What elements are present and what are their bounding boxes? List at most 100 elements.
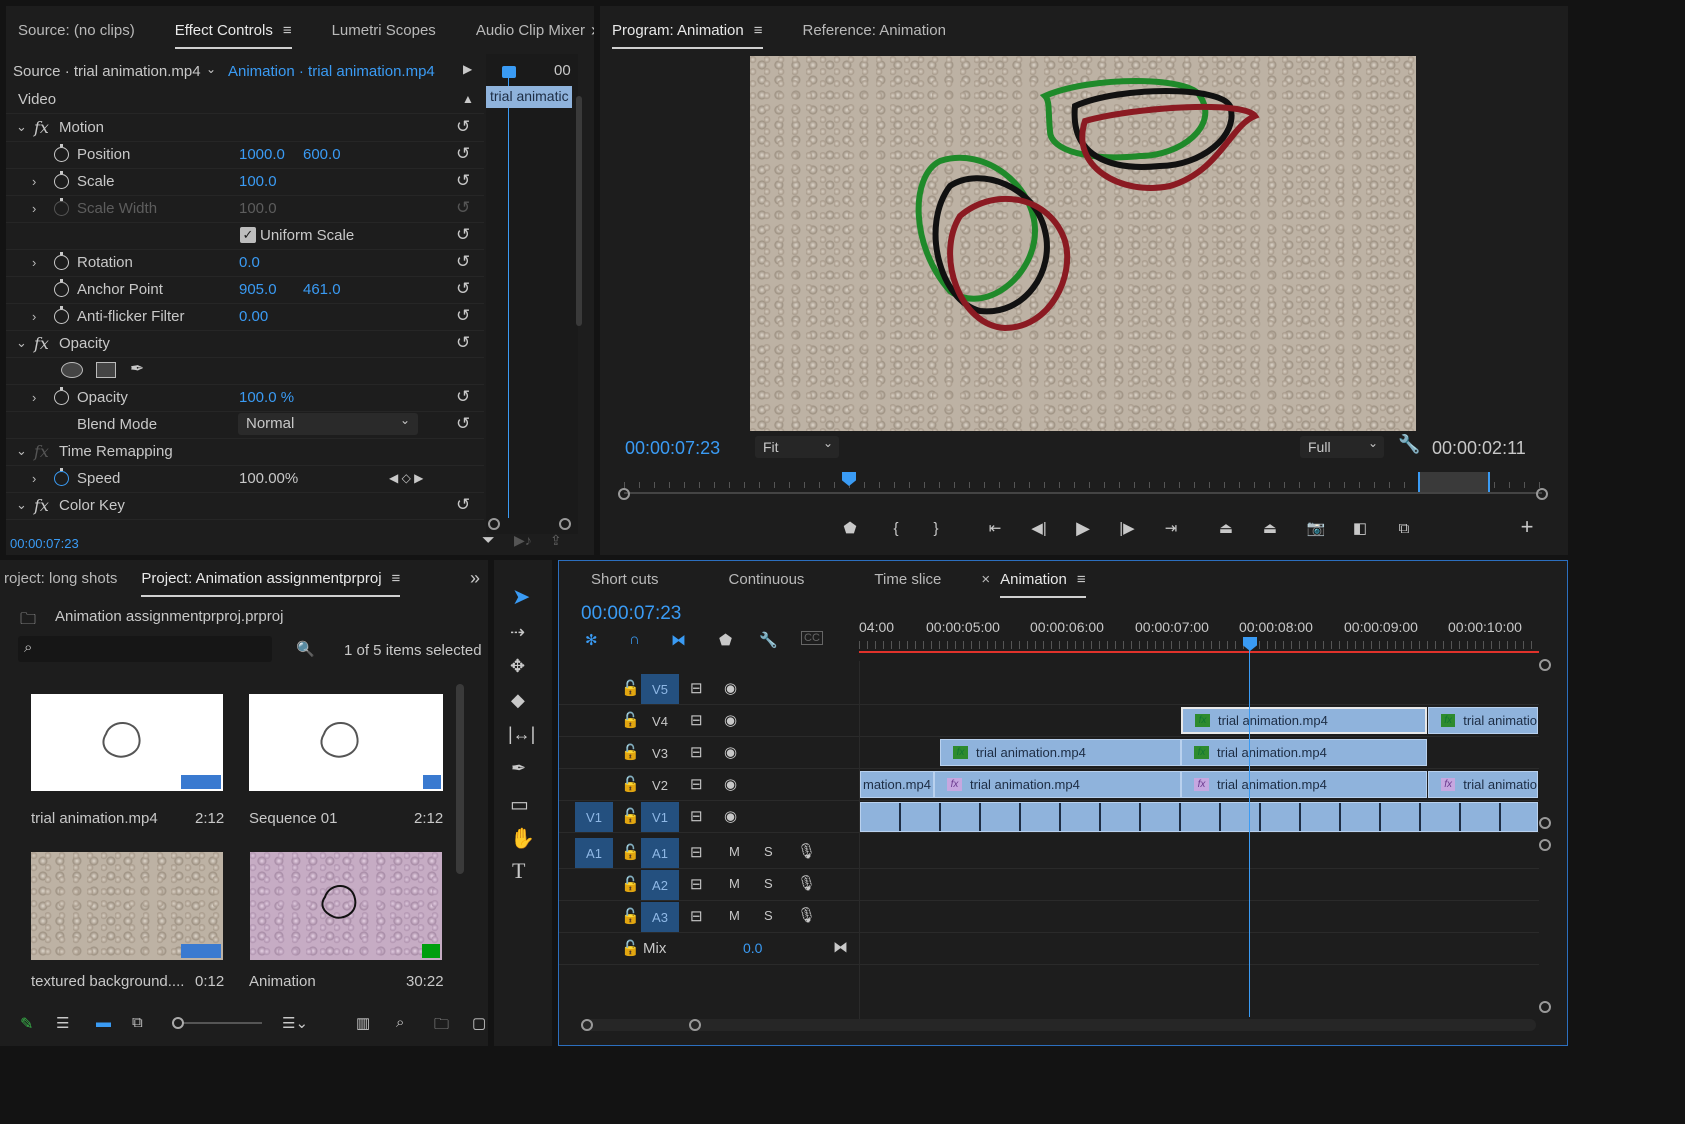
export-frame-camera-icon[interactable]: 📷 — [1304, 518, 1328, 538]
track-select-tool-icon[interactable]: ⇢ — [510, 622, 525, 643]
sync-lock-icon[interactable]: ⊟ — [690, 875, 703, 893]
source-patch-a1[interactable]: A1 — [575, 838, 613, 868]
overflow-icon[interactable]: » — [470, 568, 480, 589]
expand-caret-icon[interactable]: › — [32, 390, 36, 405]
vertical-zoom-end[interactable] — [1539, 817, 1551, 829]
tab-time-slice[interactable]: Time slice — [874, 565, 941, 594]
pen-tool-icon[interactable]: ✒ — [511, 758, 526, 779]
add-marker-icon[interactable]: ⬟ — [840, 518, 860, 538]
lift-icon[interactable]: ⏏ — [1214, 518, 1238, 538]
track-target-v4[interactable]: V4 — [641, 706, 679, 736]
motion-row[interactable]: ⌄ fx Motion ↺ — [6, 113, 484, 142]
new-bin-icon[interactable]: 🗀 — [434, 1014, 449, 1039]
track-target-v5[interactable]: V5 — [641, 674, 679, 704]
sequence-clip-label[interactable]: Animation · trial animation.mp4 — [228, 63, 435, 80]
hand-tool-icon[interactable]: ✋ — [510, 826, 535, 851]
program-video-frame[interactable] — [750, 56, 1416, 431]
fx-icon[interactable]: fx — [34, 118, 49, 137]
mix-value[interactable]: 0.0 — [743, 940, 762, 956]
track-target-a2[interactable]: A2 — [641, 870, 679, 900]
collapse-up-icon[interactable]: ▲ — [462, 92, 474, 106]
mini-zoom-start[interactable] — [488, 518, 500, 530]
tab-short-cuts[interactable]: Short cuts — [591, 565, 659, 594]
step-forward-icon[interactable]: |▶︎ — [1116, 518, 1138, 538]
blend-mode-select[interactable]: Normal ⌄ — [238, 413, 418, 435]
reset-icon[interactable]: ↺ — [456, 225, 470, 245]
play-only-icon[interactable]: ▶ — [463, 62, 472, 76]
vertical-zoom-start[interactable] — [1539, 659, 1551, 671]
keyframe-nav-icon[interactable]: ◀ ◇ ▶ — [389, 471, 423, 485]
step-back-icon[interactable]: ◀︎| — [1028, 518, 1050, 538]
razor-tool-icon[interactable]: ◆ — [511, 690, 525, 711]
icon-view-icon[interactable]: ▬ — [96, 1014, 111, 1031]
color-key-row[interactable]: ⌄ fx Color Key ↺ — [6, 491, 484, 520]
mute-button[interactable]: M — [729, 844, 740, 859]
sync-lock-icon[interactable]: ⊟ — [690, 679, 703, 697]
slip-tool-icon[interactable]: |↔| — [508, 724, 535, 745]
zoom-handle-left[interactable] — [581, 1019, 593, 1031]
timeline-timecode[interactable]: 00:00:07:23 — [581, 603, 681, 625]
reset-icon[interactable]: ↺ — [456, 387, 470, 407]
find-icon[interactable]: ⌕ — [396, 1014, 404, 1031]
tab-continuous[interactable]: Continuous — [729, 565, 805, 594]
add-button-icon[interactable]: + — [1516, 514, 1538, 539]
ripple-edit-tool-icon[interactable]: ✥ — [510, 656, 525, 677]
work-area-bar[interactable] — [859, 651, 1539, 653]
panel-menu-icon[interactable]: ≡ — [392, 570, 401, 587]
source-patch-v1[interactable]: V1 — [575, 802, 613, 832]
tab-source[interactable]: Source: (no clips) — [18, 16, 135, 45]
effect-timecode[interactable]: 00:00:07:23 — [10, 536, 79, 551]
lock-icon[interactable]: 🔓 — [621, 743, 640, 761]
collapse-caret-icon[interactable]: ⌄ — [16, 497, 27, 513]
program-timecode[interactable]: 00:00:07:23 — [625, 438, 720, 459]
expand-caret-icon[interactable]: › — [32, 309, 36, 324]
rectangle-mask-icon[interactable] — [96, 362, 116, 378]
go-to-out-icon[interactable]: ⇥ — [1160, 518, 1182, 538]
selection-tool-icon[interactable]: ➤ — [512, 584, 530, 610]
zoom-fit-select[interactable]: Fit ⌄ — [755, 436, 839, 458]
stopwatch-icon[interactable] — [54, 252, 69, 270]
proxy-toggle-icon[interactable]: ⧉ — [1392, 518, 1416, 538]
mute-button[interactable]: M — [729, 908, 740, 923]
chevron-down-icon[interactable]: ⌄ — [206, 62, 216, 76]
new-item-icon[interactable]: ▢ — [472, 1014, 486, 1032]
project-scrollbar[interactable] — [456, 684, 464, 874]
resolution-select[interactable]: Full ⌄ — [1300, 436, 1384, 458]
lock-icon[interactable]: 🔓 — [621, 875, 640, 893]
collapse-caret-icon[interactable]: ⌄ — [16, 119, 27, 135]
overflow-icon[interactable]: » — [591, 20, 594, 41]
timeline-settings-wrench-icon[interactable]: 🔧 — [759, 631, 778, 649]
tab-animation[interactable]: Animation ≡ — [1000, 565, 1087, 598]
scale-value[interactable]: 100.0 — [239, 173, 277, 190]
tab-project-animation[interactable]: Project: Animation assignmentprproj ≡ — [141, 564, 401, 597]
mini-clip[interactable]: trial animatic — [486, 86, 572, 108]
mini-playhead-handle[interactable] — [502, 66, 516, 78]
timeline-v1-clips[interactable] — [860, 802, 1538, 832]
reset-icon[interactable]: ↺ — [456, 495, 470, 515]
lock-icon[interactable]: 🔓 — [621, 907, 640, 925]
track-target-a1[interactable]: A1 — [641, 838, 679, 868]
go-to-end-icon[interactable]: ⧓ — [833, 938, 848, 956]
panel-menu-icon[interactable]: ≡ — [754, 22, 763, 39]
eye-icon[interactable]: ◉ — [724, 711, 737, 729]
nest-toggle-icon[interactable]: ✻ — [585, 631, 598, 649]
type-tool-icon[interactable]: T — [512, 858, 525, 884]
anchor-x-value[interactable]: 905.0 — [239, 281, 277, 298]
timeline-clip[interactable]: fx trial animation.mp4 — [940, 739, 1181, 766]
rectangle-tool-icon[interactable]: ▭ — [510, 792, 529, 817]
collapse-caret-icon[interactable]: ⌄ — [16, 443, 27, 459]
microphone-icon[interactable]: 🎙 — [797, 842, 816, 860]
fx-icon[interactable]: fx — [34, 496, 49, 515]
play-audio-icon[interactable]: ▶♪ — [514, 532, 532, 549]
program-scrub-bar[interactable] — [618, 468, 1548, 504]
scrub-zoom-end[interactable] — [1536, 488, 1548, 500]
timeline-clip[interactable]: fx trial animation.mp4 — [1181, 771, 1427, 798]
panel-menu-icon[interactable]: ≡ — [1077, 571, 1086, 588]
opacity-section-row[interactable]: ⌄ fx Opacity ↺ — [6, 329, 484, 358]
lock-icon[interactable]: 🔓 — [621, 679, 640, 697]
export-icon[interactable]: ⇪ — [550, 532, 562, 549]
lock-icon[interactable]: 🔓 — [621, 807, 640, 825]
ellipse-mask-icon[interactable] — [61, 362, 83, 378]
reset-icon[interactable]: ↺ — [456, 333, 470, 353]
microphone-icon[interactable]: 🎙 — [797, 874, 816, 892]
